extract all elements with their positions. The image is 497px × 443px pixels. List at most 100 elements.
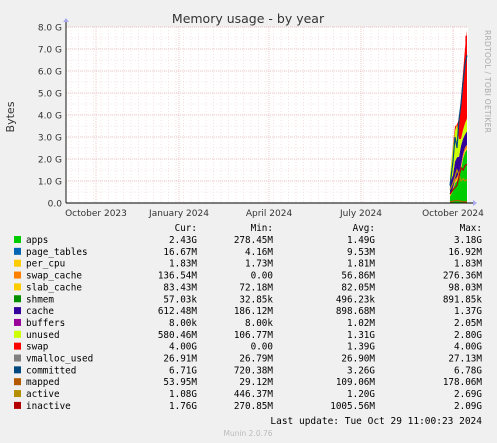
legend-value: 891.85k: [443, 294, 483, 305]
legend-value: 720.38M: [234, 365, 274, 376]
x-tick-label: October 2024: [422, 209, 484, 219]
legend-swatch: [14, 378, 21, 386]
legend-swatch: [14, 318, 21, 326]
y-tick-label: 3.0 G: [38, 134, 62, 144]
legend-value: 26.79M: [239, 354, 273, 365]
legend-value: 1.37G: [454, 306, 482, 317]
legend-value: 0.00: [251, 342, 273, 353]
legend-value: 9.53M: [347, 247, 375, 258]
legend-value: 2.69G: [454, 389, 482, 400]
legend-value: 57.03k: [163, 294, 197, 305]
legend-label: swap: [26, 342, 49, 353]
legend-swatch: [14, 271, 21, 279]
legend-value: 8.00k: [245, 318, 273, 329]
legend-value: 3.26G: [347, 365, 375, 376]
legend-value: 1.76G: [169, 401, 197, 412]
chart: Memory usage - by year Bytes RRDTOOL / T…: [4, 11, 492, 438]
legend-label: shmem: [26, 294, 54, 305]
legend-value: 83.43M: [163, 282, 197, 293]
legend-swatch: [14, 354, 21, 362]
legend-value: 1.08G: [169, 389, 197, 400]
x-tick-label: April 2024: [246, 209, 293, 219]
legend-value: 2.43G: [169, 235, 197, 246]
legend-value: 2.09G: [454, 401, 482, 412]
legend-value: 27.13M: [448, 354, 482, 365]
legend-value: 32.85k: [239, 294, 273, 305]
legend-value: 1.81M: [347, 259, 375, 270]
last-update: Last update: Tue Oct 29 11:00:23 2024: [270, 416, 482, 427]
legend-value: 4.00G: [169, 342, 197, 353]
legend-value: 1.73M: [245, 259, 273, 270]
x-tick-label: October 2023: [65, 209, 127, 219]
legend-value: 278.45M: [234, 235, 274, 246]
legend-swatch: [14, 295, 21, 303]
legend-value: 26.91M: [163, 354, 197, 365]
legend-header: Min:: [251, 223, 273, 234]
legend-swatch: [14, 259, 21, 267]
legend-label: committed: [26, 365, 76, 376]
legend-swatch: [14, 247, 21, 255]
legend-swatch: [14, 236, 21, 243]
y-tick-label: 6.0 G: [38, 68, 62, 78]
legend-label: cache: [26, 306, 54, 317]
y-tick-label: 8.0 G: [38, 24, 62, 34]
legend-header: Cur:: [175, 223, 197, 234]
legend-label: swap_cache: [26, 271, 82, 282]
x-axis-arrow: [473, 200, 477, 206]
legend-value: 1.49G: [347, 235, 375, 246]
legend-value: 898.68M: [336, 306, 376, 317]
x-tick-label: July 2024: [339, 209, 382, 219]
y-tick-label: 4.0 G: [38, 112, 62, 122]
legend-label: active: [26, 389, 60, 400]
legend-value: 16.92M: [448, 247, 482, 258]
legend-value: 1.39G: [347, 342, 375, 353]
legend-swatch: [14, 330, 21, 338]
x-tick-label: January 2024: [148, 209, 209, 219]
legend-value: 496.23k: [336, 294, 376, 305]
legend-value: 98.03M: [448, 282, 482, 293]
legend-value: 1.02M: [347, 318, 375, 329]
legend-value: 1.83M: [169, 259, 197, 270]
legend-header: Avg:: [353, 223, 375, 234]
legend-value: 0.00: [251, 271, 273, 282]
legend-label: buffers: [26, 318, 65, 329]
legend-value: 4.16M: [245, 247, 273, 258]
legend-label: inactive: [26, 401, 71, 412]
legend-label: mapped: [26, 377, 60, 388]
y-tick-label: 0.0: [48, 200, 63, 210]
legend-swatch: [14, 390, 21, 398]
legend-header: Max:: [460, 223, 482, 234]
y-axis-arrow: [63, 18, 69, 22]
legend-value: 1.31G: [347, 330, 375, 341]
y-tick-label: 5.0 G: [38, 90, 62, 100]
legend-value: 72.18M: [239, 282, 273, 293]
legend-value: 8.00k: [169, 318, 197, 329]
grid: [66, 26, 468, 204]
legend-value: 82.05M: [341, 282, 375, 293]
legend-value: 1.20G: [347, 389, 375, 400]
legend-value: 1005.56M: [330, 401, 375, 412]
legend-value: 186.12M: [234, 306, 274, 317]
watermark: RRDTOOL / TOBI OETIKER: [483, 30, 492, 133]
legend-value: 29.12M: [239, 377, 273, 388]
legend-value: 16.67M: [163, 247, 197, 258]
legend-label: slab_cache: [26, 282, 82, 293]
legend-value: 106.77M: [234, 330, 274, 341]
legend-value: 612.48M: [158, 306, 198, 317]
legend-value: 3.18G: [454, 235, 482, 246]
legend-label: page_tables: [26, 247, 88, 258]
legend-swatch: [14, 283, 21, 291]
legend-swatch: [14, 307, 21, 315]
legend-label: vmalloc_used: [26, 354, 93, 365]
legend-swatch: [14, 366, 21, 374]
legend-value: 178.06M: [443, 377, 483, 388]
legend-value: 270.85M: [234, 401, 274, 412]
legend-value: 446.37M: [234, 389, 274, 400]
legend-value: 6.78G: [454, 365, 482, 376]
legend-value: 276.36M: [443, 271, 483, 282]
legend-value: 109.06M: [336, 377, 376, 388]
footer: Munin 2.0.76: [223, 429, 272, 438]
legend-value: 56.86M: [341, 271, 375, 282]
legend-value: 1.83M: [454, 259, 482, 270]
chart-title: Memory usage - by year: [172, 11, 325, 26]
